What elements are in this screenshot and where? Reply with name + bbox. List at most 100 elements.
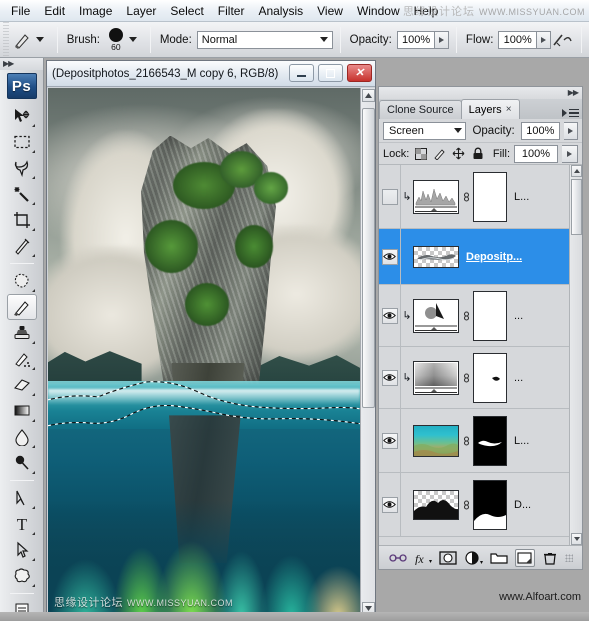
- flow-input[interactable]: 100%: [498, 30, 537, 49]
- layer-name[interactable]: D...: [514, 499, 531, 511]
- new-group-button[interactable]: [489, 549, 509, 567]
- panel-menu-button[interactable]: [562, 108, 579, 117]
- lock-image-pixels-icon[interactable]: [433, 147, 446, 160]
- layer-thumbnail[interactable]: [413, 298, 459, 333]
- new-layer-button[interactable]: [514, 548, 535, 567]
- menu-analysis[interactable]: Analysis: [251, 2, 310, 20]
- menu-select[interactable]: Select: [163, 2, 210, 20]
- dodge-tool[interactable]: [7, 450, 37, 476]
- table-row[interactable]: Depositp...: [379, 229, 582, 285]
- path-selection-tool[interactable]: [7, 537, 37, 563]
- layer-mask-thumbnail[interactable]: [473, 290, 507, 341]
- type-tool[interactable]: T: [7, 511, 37, 537]
- clone-stamp-tool[interactable]: [7, 320, 37, 346]
- canvas-vertical-scrollbar[interactable]: [360, 88, 375, 616]
- history-brush-tool[interactable]: [7, 346, 37, 372]
- panel-scroll-thumb[interactable]: [571, 179, 582, 235]
- blur-tool[interactable]: [7, 424, 37, 450]
- layer-blend-mode-select[interactable]: Screen: [383, 121, 467, 140]
- add-layer-mask-button[interactable]: [438, 549, 458, 567]
- layer-thumbnail[interactable]: [413, 245, 459, 268]
- maximize-button[interactable]: [318, 64, 343, 82]
- table-row[interactable]: L...: [379, 409, 582, 473]
- layer-visibility-toggle[interactable]: [381, 369, 398, 386]
- mask-link-icon[interactable]: [461, 498, 471, 512]
- layer-name[interactable]: Depositp...: [466, 251, 522, 263]
- lock-position-icon[interactable]: [452, 147, 465, 160]
- menu-edit[interactable]: Edit: [37, 2, 72, 20]
- layer-opacity-slider-button[interactable]: [564, 121, 579, 140]
- tool-preset-chevron-icon[interactable]: [35, 37, 44, 42]
- layer-mask-thumbnail[interactable]: [473, 479, 507, 530]
- mask-link-icon[interactable]: [461, 309, 471, 323]
- lock-transparent-pixels-icon[interactable]: [414, 147, 427, 160]
- flow-slider-button[interactable]: [536, 30, 551, 49]
- layer-name[interactable]: ...: [514, 310, 523, 322]
- mask-link-icon[interactable]: [461, 190, 471, 204]
- close-icon[interactable]: ×: [506, 104, 512, 115]
- table-row[interactable]: ↳ ...: [379, 285, 582, 347]
- lasso-tool[interactable]: [7, 155, 37, 181]
- layer-name[interactable]: L...: [514, 435, 529, 447]
- current-tool-icon[interactable]: [12, 28, 34, 52]
- layer-mask-thumbnail[interactable]: [473, 171, 507, 222]
- move-tool[interactable]: [7, 103, 37, 129]
- layer-visibility-cell[interactable]: [379, 229, 401, 284]
- panel-scroll-down-button[interactable]: [571, 533, 582, 545]
- table-row[interactable]: D...: [379, 473, 582, 537]
- layer-visibility-cell[interactable]: [379, 165, 401, 228]
- blend-mode-select[interactable]: Normal: [196, 30, 333, 49]
- menu-view[interactable]: View: [310, 2, 350, 20]
- canvas-area[interactable]: 思缘设计论坛 WWW.MISSYUAN.COM: [48, 88, 360, 616]
- link-layers-button[interactable]: [388, 549, 408, 567]
- opacity-input[interactable]: 100%: [396, 30, 436, 49]
- mask-link-icon[interactable]: [461, 371, 471, 385]
- layer-visibility-toggle[interactable]: [381, 496, 398, 513]
- custom-shape-tool[interactable]: [7, 563, 37, 589]
- layer-visibility-toggle[interactable]: [381, 432, 398, 449]
- layer-visibility-cell[interactable]: [379, 409, 401, 472]
- lock-all-icon[interactable]: [471, 147, 484, 160]
- table-row[interactable]: ↳ ...: [379, 347, 582, 409]
- layer-visibility-cell[interactable]: [379, 473, 401, 536]
- layer-visibility-cell[interactable]: [379, 347, 401, 408]
- menu-layer[interactable]: Layer: [119, 2, 163, 20]
- menu-image[interactable]: Image: [72, 2, 119, 20]
- magic-wand-tool[interactable]: [7, 181, 37, 207]
- menu-window[interactable]: Window: [350, 2, 407, 20]
- layer-thumbnail[interactable]: [413, 360, 459, 395]
- airbrush-toggle-button[interactable]: [551, 28, 574, 52]
- crop-tool[interactable]: [7, 207, 37, 233]
- new-adjustment-layer-button[interactable]: [464, 549, 484, 567]
- fill-slider-button[interactable]: [562, 144, 578, 163]
- menu-filter[interactable]: Filter: [211, 2, 252, 20]
- delete-layer-button[interactable]: [540, 549, 560, 567]
- layer-visibility-toggle[interactable]: [381, 248, 398, 265]
- table-row[interactable]: ↳ L...: [379, 165, 582, 229]
- layer-visibility-toggle[interactable]: [381, 188, 398, 205]
- fill-input[interactable]: 100%: [514, 144, 558, 163]
- toolbox-collapse-button[interactable]: ▶▶: [0, 58, 43, 70]
- patch-tool[interactable]: [7, 268, 37, 294]
- document-title-bar[interactable]: (Depositphotos_2166543_M copy 6, RGB/8) …: [47, 61, 375, 87]
- layer-name[interactable]: L...: [514, 191, 529, 203]
- layer-style-button[interactable]: fx: [413, 549, 433, 567]
- scroll-thumb[interactable]: [362, 108, 375, 408]
- layer-opacity-input[interactable]: 100%: [520, 121, 561, 140]
- panel-resize-grip[interactable]: [565, 553, 574, 562]
- panel-scroll-up-button[interactable]: [571, 165, 582, 177]
- eraser-tool[interactable]: [7, 372, 37, 398]
- pen-tool[interactable]: [7, 485, 37, 511]
- scroll-up-button[interactable]: [362, 89, 375, 102]
- tab-layers[interactable]: Layers ×: [460, 99, 520, 119]
- layer-list[interactable]: ↳ L... Depositp... ↳ ... ↳ ... L... D...: [379, 165, 582, 545]
- panel-collapse-bar[interactable]: ▶▶: [379, 87, 582, 99]
- layer-visibility-cell[interactable]: [379, 285, 401, 346]
- slice-tool[interactable]: [7, 233, 37, 259]
- layer-name[interactable]: ...: [514, 372, 523, 384]
- options-bar-grip[interactable]: [0, 21, 12, 58]
- layer-visibility-toggle[interactable]: [381, 307, 398, 324]
- mask-link-icon[interactable]: [461, 434, 471, 448]
- layer-thumbnail[interactable]: [413, 424, 459, 457]
- gradient-tool[interactable]: [7, 398, 37, 424]
